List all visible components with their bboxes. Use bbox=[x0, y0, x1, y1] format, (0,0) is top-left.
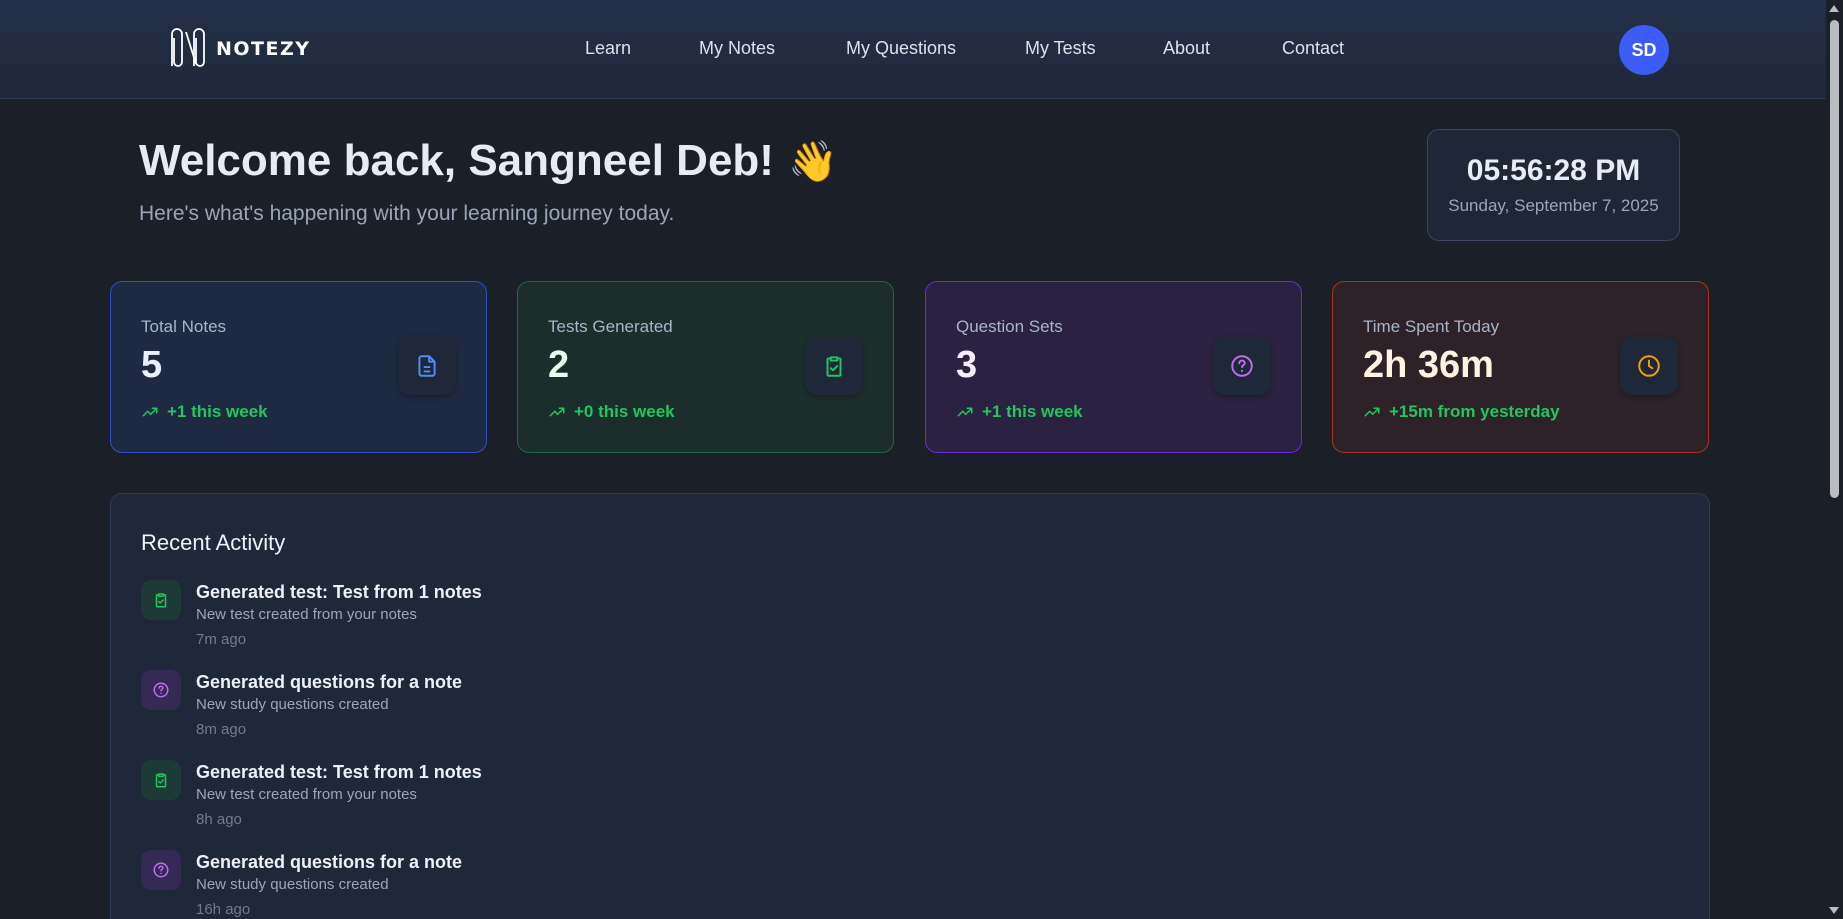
stat-card-tests-generated[interactable]: Tests Generated 2 +0 this week bbox=[517, 281, 894, 453]
stat-change-text: +1 this week bbox=[167, 402, 268, 421]
activity-item[interactable]: Generated questions for a note New study… bbox=[141, 670, 841, 750]
activity-item[interactable]: Generated test: Test from 1 notes New te… bbox=[141, 760, 841, 840]
scrollbar[interactable] bbox=[1826, 0, 1843, 919]
activity-time: 8h ago bbox=[196, 811, 242, 828]
activity-description: New study questions created bbox=[196, 876, 389, 893]
stat-value: 5 bbox=[141, 344, 163, 386]
nav-link-my-tests[interactable]: My Tests bbox=[1025, 38, 1096, 59]
top-navbar: NOTEZY Learn My Notes My Questions My Te… bbox=[0, 0, 1826, 99]
clock-widget: 05:56:28 PM Sunday, September 7, 2025 bbox=[1427, 129, 1680, 241]
nav-link-my-questions[interactable]: My Questions bbox=[846, 38, 956, 59]
activity-description: New test created from your notes bbox=[196, 786, 417, 803]
nav-link-contact[interactable]: Contact bbox=[1282, 38, 1344, 59]
activity-description: New study questions created bbox=[196, 696, 389, 713]
document-icon bbox=[398, 337, 456, 395]
activity-title: Generated questions for a note bbox=[196, 672, 463, 692]
scroll-down-arrow-icon[interactable] bbox=[1829, 907, 1839, 914]
welcome-title-text: Welcome back, Sangneel Deb! bbox=[139, 136, 774, 185]
activity-description: New test created from your notes bbox=[196, 606, 417, 623]
scroll-thumb[interactable] bbox=[1830, 20, 1839, 498]
clipboard-check-icon bbox=[805, 337, 863, 395]
stat-change: +15m from yesterday bbox=[1363, 402, 1560, 422]
activity-item[interactable]: Generated questions for a note New study… bbox=[141, 850, 841, 919]
stat-label: Total Notes bbox=[141, 317, 227, 336]
stat-change: +0 this week bbox=[548, 402, 675, 422]
clock-icon bbox=[1620, 337, 1678, 395]
activity-title: Generated test: Test from 1 notes bbox=[196, 582, 482, 602]
trending-up-icon bbox=[1364, 407, 1380, 417]
clock-date: Sunday, September 7, 2025 bbox=[1448, 196, 1659, 215]
clock-time: 05:56:28 PM bbox=[1466, 154, 1641, 187]
welcome-heading: Welcome back, Sangneel Deb! 👋 bbox=[139, 136, 838, 186]
trending-up-icon bbox=[142, 407, 158, 417]
clipboard-check-icon bbox=[141, 580, 181, 620]
stat-change: +1 this week bbox=[141, 402, 268, 422]
stat-label: Tests Generated bbox=[548, 317, 673, 336]
stat-value: 2h 36m bbox=[1363, 344, 1494, 386]
recent-activity-panel: Recent Activity Generated test: Test fro… bbox=[110, 493, 1710, 919]
stat-card-total-notes[interactable]: Total Notes 5 +1 this week bbox=[110, 281, 487, 453]
waving-hand-icon: 👋 bbox=[787, 140, 838, 184]
stat-change-text: +15m from yesterday bbox=[1389, 402, 1560, 421]
stat-change-text: +1 this week bbox=[982, 402, 1083, 421]
question-circle-icon bbox=[141, 670, 181, 710]
trending-up-icon bbox=[549, 407, 565, 417]
stat-change: +1 this week bbox=[956, 402, 1083, 422]
nav-link-learn[interactable]: Learn bbox=[585, 38, 631, 59]
activity-item[interactable]: Generated test: Test from 1 notes New te… bbox=[141, 580, 841, 660]
activity-time: 8m ago bbox=[196, 721, 247, 738]
avatar[interactable]: SD bbox=[1619, 25, 1669, 75]
stat-change-text: +0 this week bbox=[574, 402, 675, 421]
stat-card-time-spent[interactable]: Time Spent Today 2h 36m +15m from yester… bbox=[1332, 281, 1709, 453]
scroll-up-arrow-icon[interactable] bbox=[1829, 5, 1839, 12]
trending-up-icon bbox=[957, 407, 973, 417]
stat-label: Question Sets bbox=[956, 317, 1063, 336]
question-circle-icon bbox=[141, 850, 181, 890]
clipboard-check-icon bbox=[141, 760, 181, 800]
welcome-subtitle: Here's what's happening with your learni… bbox=[139, 202, 675, 225]
question-circle-icon bbox=[1213, 337, 1271, 395]
activity-time: 7m ago bbox=[196, 631, 247, 648]
nav-link-my-notes[interactable]: My Notes bbox=[699, 38, 775, 59]
activity-title: Generated questions for a note bbox=[196, 852, 463, 872]
activity-time: 16h ago bbox=[196, 901, 251, 918]
stat-value: 3 bbox=[956, 344, 978, 386]
activity-title: Generated test: Test from 1 notes bbox=[196, 762, 482, 782]
recent-activity-title: Recent Activity bbox=[141, 530, 286, 555]
stat-card-question-sets[interactable]: Question Sets 3 +1 this week bbox=[925, 281, 1302, 453]
stat-label: Time Spent Today bbox=[1363, 317, 1500, 336]
nav-link-about[interactable]: About bbox=[1163, 38, 1210, 59]
stat-value: 2 bbox=[548, 344, 570, 386]
